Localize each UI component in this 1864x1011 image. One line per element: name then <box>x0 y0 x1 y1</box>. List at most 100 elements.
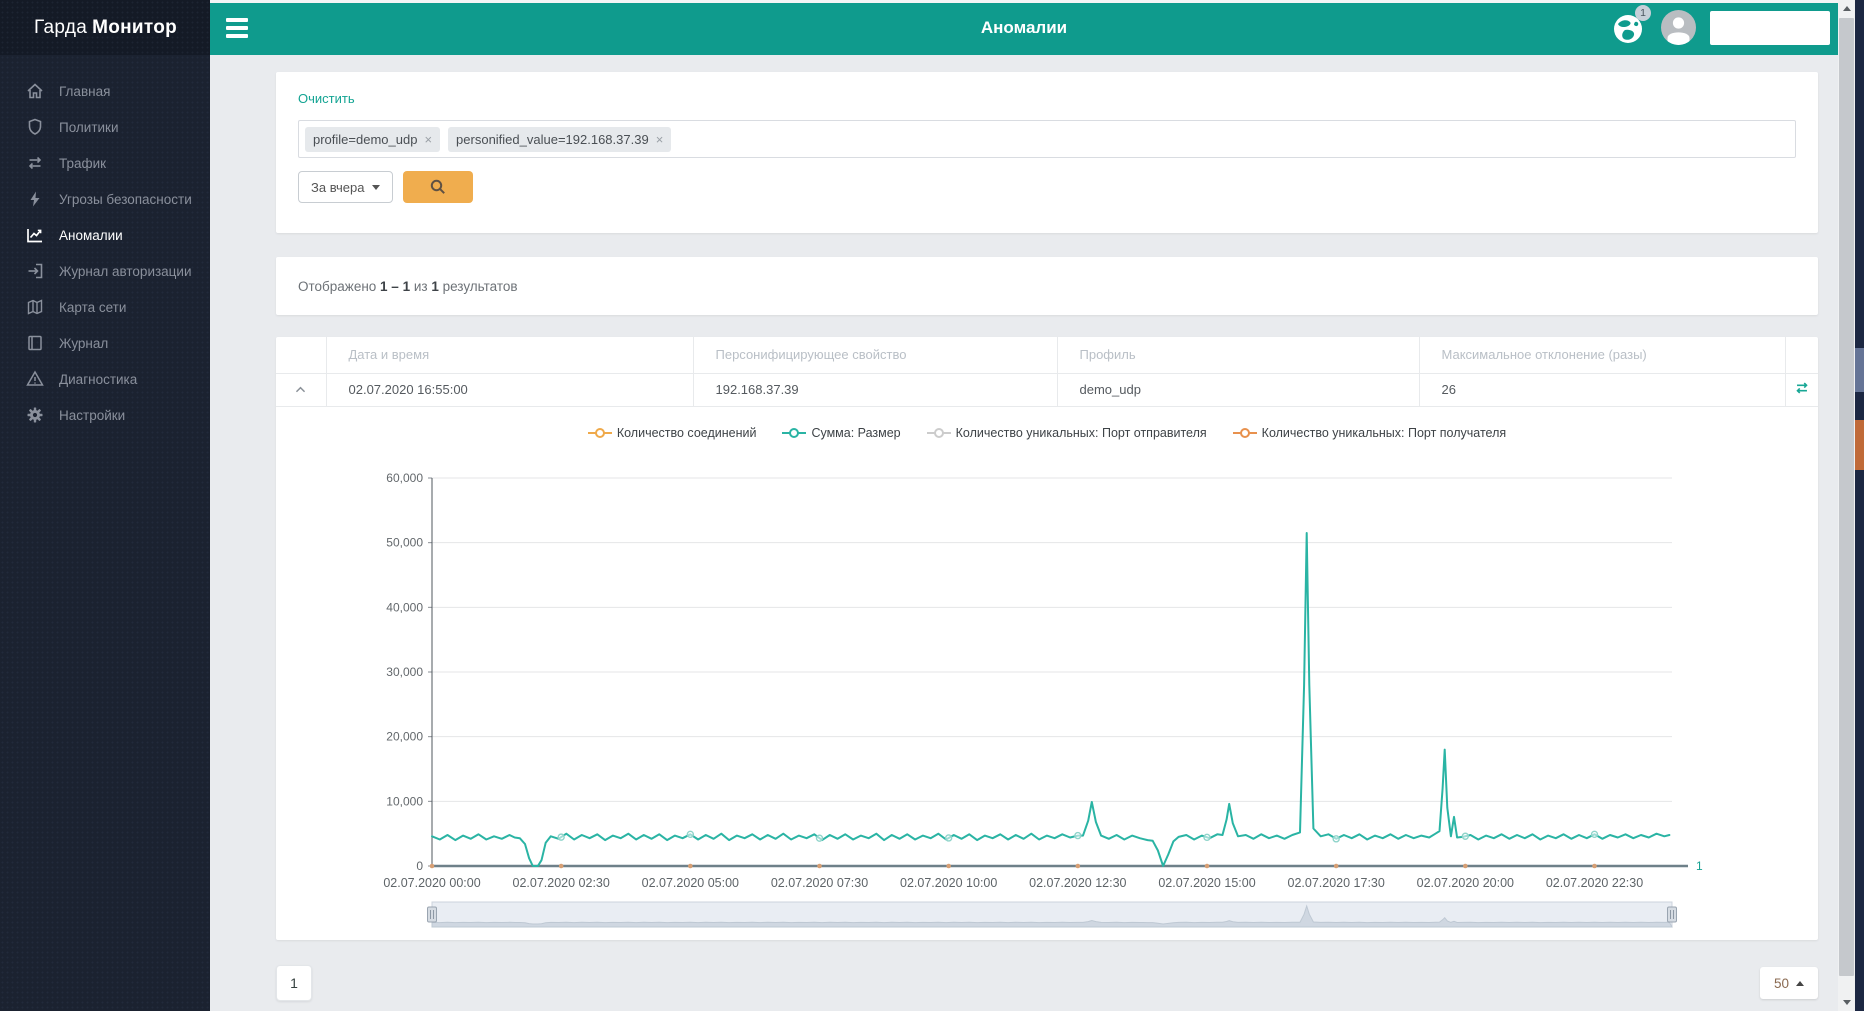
svg-text:60,000: 60,000 <box>386 471 423 485</box>
notification-badge: 1 <box>1635 5 1651 21</box>
sidebar: Гарда Монитор Главная Политики Трафик <box>0 0 210 1011</box>
header-bar: Аномалии 1 <box>210 0 1838 55</box>
sidebar-item-label: Трафик <box>59 156 106 171</box>
legend-marker-icon <box>1233 428 1257 438</box>
legend-item-sum-size[interactable]: Сумма: Размер <box>782 426 900 440</box>
column-header-datetime: Дата и время <box>326 337 693 373</box>
filter-tags-input[interactable]: profile=demo_udp × personified_value=192… <box>298 120 1796 158</box>
sign-in-icon <box>25 261 45 281</box>
results-summary: Отображено 1 – 1 из 1 результатов <box>276 257 1818 315</box>
anomaly-chart[interactable]: 010,00020,00030,00040,00050,00060,000102… <box>296 450 1800 930</box>
sidebar-item-anomalies[interactable]: Аномалии <box>0 217 210 253</box>
svg-text:30,000: 30,000 <box>386 665 423 679</box>
sidebar-item-network-map[interactable]: Карта сети <box>0 289 210 325</box>
svg-text:02.07.2020 22:30: 02.07.2020 22:30 <box>1546 876 1643 890</box>
sidebar-item-label: Аномалии <box>59 228 123 243</box>
results-prefix: Отображено <box>298 279 380 294</box>
sidebar-item-threats[interactable]: Угрозы безопасности <box>0 181 210 217</box>
results-of: из <box>410 279 431 294</box>
filter-tag: profile=demo_udp × <box>305 127 440 152</box>
table-row: 02.07.2020 16:55:00 192.168.37.39 demo_u… <box>276 373 1818 406</box>
clear-filters-link[interactable]: Очистить <box>298 91 355 106</box>
period-dropdown[interactable]: За вчера <box>298 171 393 203</box>
svg-text:50,000: 50,000 <box>386 535 423 549</box>
user-name-box[interactable] <box>1710 11 1830 45</box>
filter-panel: Очистить profile=demo_udp × personified_… <box>276 72 1818 233</box>
navigator-left-handle[interactable] <box>428 907 437 922</box>
chevron-up-icon <box>294 385 307 394</box>
filter-tag-label: profile=demo_udp <box>313 132 417 147</box>
logo-text-bold: Монитор <box>92 17 177 39</box>
person-icon <box>1661 10 1696 45</box>
legend-item-dst-ports[interactable]: Количество уникальных: Порт получателя <box>1233 426 1507 440</box>
svg-text:02.07.2020 05:00: 02.07.2020 05:00 <box>642 876 739 890</box>
book-icon <box>25 333 45 353</box>
legend-item-connections[interactable]: Количество соединений <box>588 426 757 440</box>
results-total: 1 <box>431 279 439 294</box>
legend-item-src-ports[interactable]: Количество уникальных: Порт отправителя <box>927 426 1207 440</box>
minimap-content-marker <box>1855 348 1864 392</box>
page-1-button[interactable]: 1 <box>276 965 312 1001</box>
sidebar-menu: Главная Политики Трафик Угрозы безопасно… <box>0 73 210 433</box>
navigator-right-handle[interactable] <box>1668 907 1677 922</box>
go-to-traffic-button[interactable] <box>1785 373 1818 406</box>
search-button[interactable] <box>403 171 473 203</box>
app-logo: Гарда Монитор <box>0 0 210 55</box>
svg-text:20,000: 20,000 <box>386 729 423 743</box>
chart-legend: Количество соединений Сумма: Размер Коли… <box>276 426 1818 440</box>
sidebar-item-label: Журнал <box>59 336 108 351</box>
legend-marker-icon <box>782 428 806 438</box>
sidebar-item-diagnostics[interactable]: Диагностика <box>0 361 210 397</box>
sidebar-item-journal[interactable]: Журнал <box>0 325 210 361</box>
page-title: Аномалии <box>210 18 1838 38</box>
remove-tag-icon[interactable]: × <box>656 132 664 147</box>
svg-text:02.07.2020 17:30: 02.07.2020 17:30 <box>1288 876 1385 890</box>
svg-text:1: 1 <box>1696 859 1703 873</box>
home-icon <box>25 81 45 101</box>
scroll-down-arrow-icon[interactable] <box>1838 994 1855 1011</box>
sidebar-item-label: Диагностика <box>59 372 137 387</box>
legend-marker-icon <box>588 428 612 438</box>
page-size-dropdown[interactable]: 50 <box>1760 967 1818 999</box>
sidebar-item-label: Политики <box>59 120 119 135</box>
svg-text:02.07.2020 15:00: 02.07.2020 15:00 <box>1158 876 1255 890</box>
traffic-arrows-icon <box>25 153 45 173</box>
column-header-personified: Персонифицирующее свойство <box>693 337 1057 373</box>
column-header-profile: Профиль <box>1057 337 1419 373</box>
cell-datetime: 02.07.2020 16:55:00 <box>326 373 693 406</box>
series-line-sum-size <box>432 533 1669 866</box>
map-icon <box>25 297 45 317</box>
search-icon <box>429 178 447 196</box>
expand-column-header <box>276 337 326 373</box>
user-avatar[interactable] <box>1661 10 1696 45</box>
collapse-row-button[interactable] <box>276 373 326 406</box>
svg-text:02.07.2020 10:00: 02.07.2020 10:00 <box>900 876 997 890</box>
remove-tag-icon[interactable]: × <box>424 132 432 147</box>
anomalies-table-card: Дата и время Персонифицирующее свойство … <box>276 337 1818 940</box>
browser-scrollbar[interactable] <box>1838 0 1855 1011</box>
sidebar-item-home[interactable]: Главная <box>0 73 210 109</box>
legend-marker-icon <box>927 428 951 438</box>
sidebar-item-label: Угрозы безопасности <box>59 192 192 207</box>
logo-text: Гарда <box>34 17 87 39</box>
sidebar-item-label: Настройки <box>59 408 125 423</box>
sidebar-item-policies[interactable]: Политики <box>0 109 210 145</box>
warning-triangle-icon <box>25 369 45 389</box>
period-dropdown-label: За вчера <box>311 180 364 195</box>
anomalies-table: Дата и время Персонифицирующее свойство … <box>276 337 1818 407</box>
svg-text:10,000: 10,000 <box>386 794 423 808</box>
svg-text:02.07.2020 00:00: 02.07.2020 00:00 <box>383 876 480 890</box>
sidebar-item-label: Главная <box>59 84 110 99</box>
sidebar-item-traffic[interactable]: Трафик <box>0 145 210 181</box>
gear-icon <box>25 405 45 425</box>
notifications-button[interactable]: 1 <box>1611 10 1647 46</box>
sidebar-item-auth-log[interactable]: Журнал авторизации <box>0 253 210 289</box>
sidebar-item-settings[interactable]: Настройки <box>0 397 210 433</box>
scroll-up-arrow-icon[interactable] <box>1838 0 1855 17</box>
content-area: Очистить profile=demo_udp × personified_… <box>210 55 1838 1011</box>
caret-down-icon <box>372 185 380 190</box>
results-range: 1 – 1 <box>380 279 410 294</box>
menu-toggle-button[interactable] <box>226 18 252 38</box>
main-area: Аномалии 1 Очистить <box>210 0 1838 1011</box>
scrollbar-thumb[interactable] <box>1839 18 1854 976</box>
